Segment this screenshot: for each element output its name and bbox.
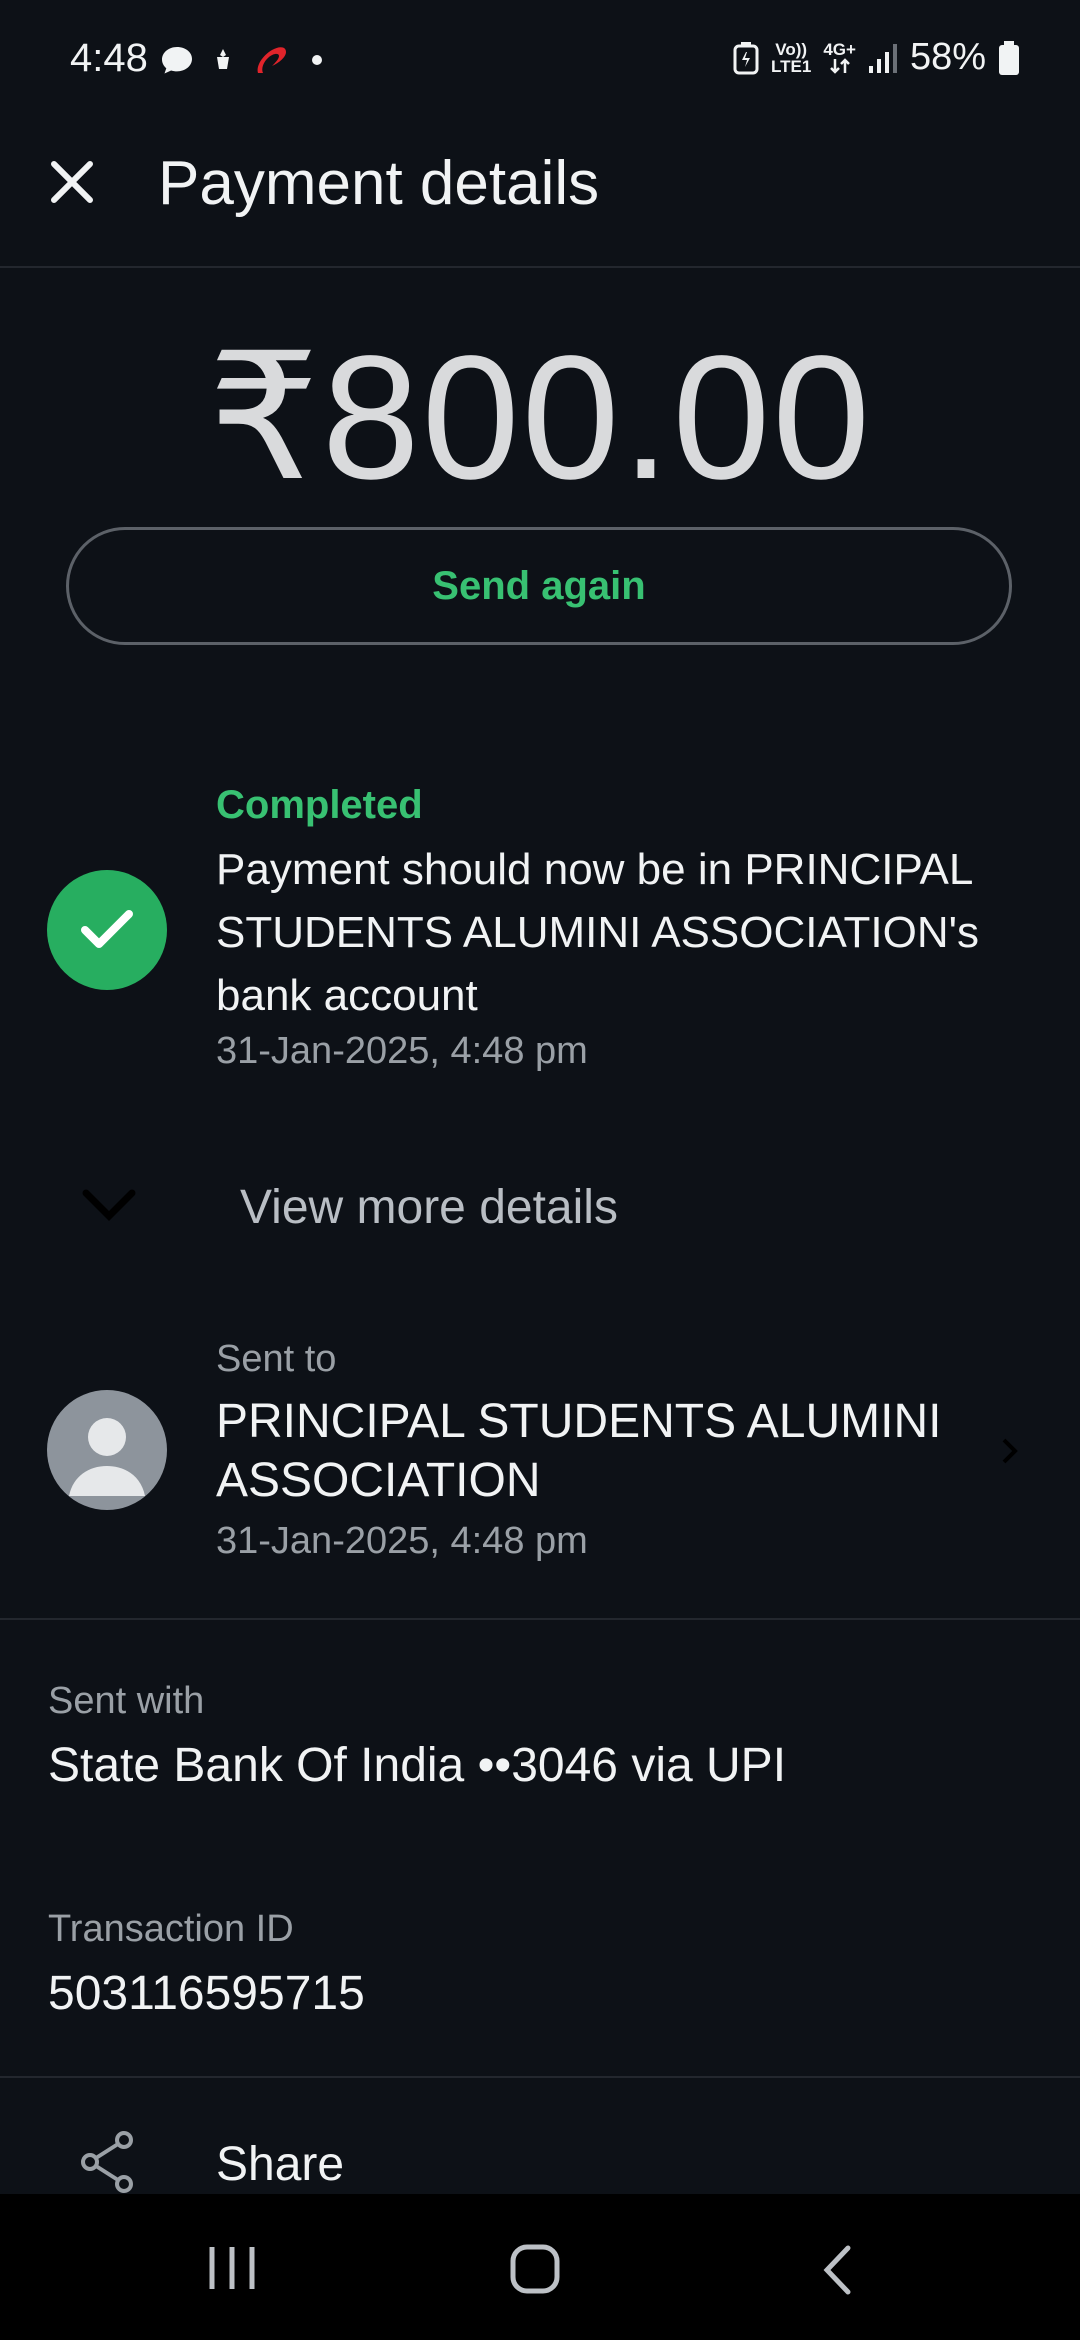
app-notification-icon bbox=[217, 49, 229, 69]
signal-icon bbox=[868, 43, 897, 73]
dot-icon bbox=[312, 55, 322, 65]
battery-saver-icon bbox=[733, 41, 759, 74]
home-icon[interactable] bbox=[510, 2244, 560, 2294]
lte-label: LTE1 bbox=[771, 56, 812, 76]
check-icon bbox=[81, 910, 133, 948]
page-title: Payment details bbox=[158, 149, 600, 218]
avatar bbox=[47, 1390, 167, 1510]
share-icon bbox=[81, 2131, 133, 2193]
4g-label: 4G+ bbox=[823, 40, 856, 59]
recent-apps-icon[interactable] bbox=[208, 2245, 256, 2291]
section-divider bbox=[0, 1618, 1080, 1620]
battery-icon bbox=[999, 40, 1019, 75]
back-icon[interactable] bbox=[822, 2244, 852, 2296]
close-button[interactable] bbox=[46, 156, 98, 208]
battery-percent: 58% bbox=[909, 36, 986, 78]
status-timestamp: 31-Jan-2025, 4:48 pm bbox=[216, 1030, 588, 1072]
send-again-label: Send again bbox=[432, 563, 646, 608]
volte-label: Vo)) bbox=[775, 39, 808, 59]
network-4g-indicator: 4G+ bbox=[823, 41, 856, 74]
header-divider bbox=[0, 266, 1080, 268]
payment-amount: ₹800.00 bbox=[207, 320, 873, 516]
data-arrows-icon bbox=[829, 58, 850, 74]
status-time: 4:48 bbox=[70, 36, 148, 80]
chevron-right-icon bbox=[1002, 1438, 1018, 1464]
status-bar: 4:48 Vo)) LTE1 4G+ 58% bbox=[0, 0, 1080, 130]
status-message: Payment should now be in PRINCIPAL STUDE… bbox=[216, 845, 980, 1020]
view-more-details-row[interactable]: View more details bbox=[40, 1150, 1040, 1260]
status-label: Completed bbox=[216, 783, 423, 827]
sent-with-value: State Bank Of India ••3046 via UPI bbox=[48, 1739, 787, 1792]
sent-to-label: Sent to bbox=[216, 1338, 337, 1380]
section-divider bbox=[0, 2076, 1080, 2078]
recipient-row[interactable]: Sent to PRINCIPAL STUDENTS ALUMINI ASSOC… bbox=[0, 1320, 1080, 1580]
volte-indicator: Vo)) LTE1 bbox=[771, 41, 811, 75]
share-row[interactable]: Share bbox=[0, 2100, 1080, 2194]
view-more-details-label: View more details bbox=[240, 1181, 618, 1234]
close-icon bbox=[51, 161, 93, 203]
person-icon bbox=[69, 1418, 145, 1496]
completed-status-badge bbox=[47, 870, 167, 990]
status-icons-left bbox=[160, 40, 324, 80]
chevron-down-icon bbox=[82, 1189, 136, 1221]
chat-bubble-icon bbox=[162, 47, 192, 74]
transaction-id-value: 503116595715 bbox=[48, 1967, 365, 2020]
sent-to-timestamp: 31-Jan-2025, 4:48 pm bbox=[216, 1520, 588, 1562]
share-label: Share bbox=[216, 2138, 345, 2191]
send-again-button[interactable]: Send again bbox=[66, 527, 1012, 645]
sent-with-label: Sent with bbox=[48, 1680, 205, 1722]
recipient-name: PRINCIPAL STUDENTS ALUMINI ASSOCIATION bbox=[216, 1395, 942, 1507]
airtel-icon bbox=[257, 47, 286, 73]
status-icons-right: Vo)) LTE1 4G+ 58% bbox=[733, 36, 1020, 79]
transaction-id-label: Transaction ID bbox=[48, 1908, 294, 1950]
